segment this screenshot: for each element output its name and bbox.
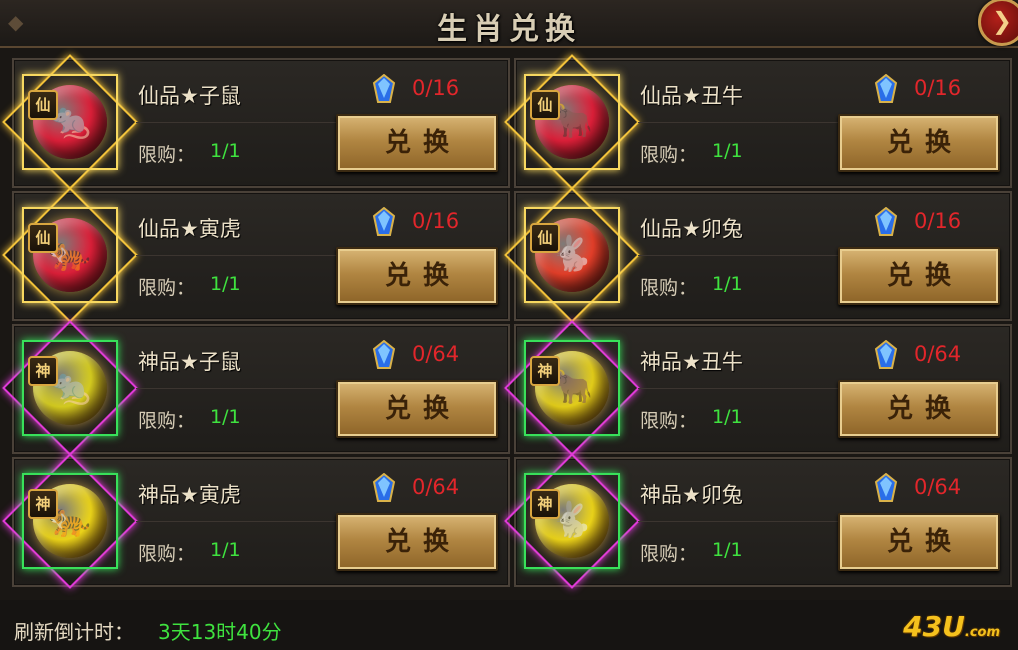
exchange-button[interactable]: 兑换	[336, 380, 498, 438]
grade-badge: 神	[28, 489, 58, 519]
zodiac-orb: 🐅 神	[2, 453, 138, 589]
limit-value: 1/1	[210, 406, 241, 428]
blue-crystal-icon	[874, 74, 898, 103]
limit-label: 限购：	[640, 277, 698, 299]
grade-badge: 仙	[28, 90, 58, 120]
grade-badge: 仙	[28, 223, 58, 253]
item-name: 仙品★寅虎	[138, 217, 241, 241]
limit-label: 限购：	[138, 410, 196, 432]
exchange-button[interactable]: 兑换	[838, 247, 1000, 305]
zodiac-orb: 🐇 神	[504, 453, 640, 589]
exchange-item-card: 🐀 神 神品★子鼠 限购： 1/1 0/64 兑换	[2, 320, 510, 456]
grade-badge: 仙	[530, 223, 560, 253]
item-name: 神品★丑牛	[640, 350, 743, 374]
cost-count: 0/64	[914, 342, 962, 366]
limit-value: 1/1	[712, 406, 743, 428]
cost-count: 0/16	[412, 209, 460, 233]
blue-crystal-icon	[372, 207, 396, 236]
grade-badge: 神	[530, 356, 560, 386]
limit-label: 限购：	[138, 144, 196, 166]
cost-count: 0/64	[412, 475, 460, 499]
divider	[136, 255, 336, 256]
divider	[638, 388, 838, 389]
cost-count: 0/16	[412, 76, 460, 100]
limit-label: 限购：	[138, 277, 196, 299]
limit-label: 限购：	[640, 410, 698, 432]
limit-value: 1/1	[712, 273, 743, 295]
title-bar: ◆ 生肖兑换 ❯	[0, 0, 1018, 48]
exchange-item-card: 🐇 仙 仙品★卯兔 限购： 1/1 0/16 兑换	[504, 187, 1012, 323]
refresh-countdown-label: 刷新倒计时：	[14, 620, 134, 644]
limit-value: 1/1	[210, 140, 241, 162]
limit-value: 1/1	[712, 140, 743, 162]
limit-value: 1/1	[712, 539, 743, 561]
divider	[638, 255, 838, 256]
limit-value: 1/1	[210, 273, 241, 295]
item-name: 神品★子鼠	[138, 350, 241, 374]
limit-label: 限购：	[640, 543, 698, 565]
exchange-item-card: 🐂 神 神品★丑牛 限购： 1/1 0/64 兑换	[504, 320, 1012, 456]
exchange-button[interactable]: 兑换	[838, 380, 1000, 438]
grade-badge: 仙	[530, 90, 560, 120]
exchange-button[interactable]: 兑换	[336, 513, 498, 571]
divider	[638, 521, 838, 522]
item-name: 仙品★子鼠	[138, 84, 241, 108]
blue-crystal-icon	[372, 340, 396, 369]
zodiac-orb: 🐀 仙	[2, 54, 138, 190]
exchange-button[interactable]: 兑换	[336, 114, 498, 172]
zodiac-orb: 🐂 神	[504, 320, 640, 456]
refresh-countdown-value: 3天13时40分	[158, 620, 282, 644]
item-name: 神品★卯兔	[640, 483, 743, 507]
exchange-button[interactable]: 兑换	[336, 247, 498, 305]
exchange-button[interactable]: 兑换	[838, 114, 1000, 172]
limit-value: 1/1	[210, 539, 241, 561]
cost-count: 0/16	[914, 209, 962, 233]
cost-count: 0/64	[914, 475, 962, 499]
limit-label: 限购：	[138, 543, 196, 565]
zodiac-orb: 🐇 仙	[504, 187, 640, 323]
close-arrow-icon: ❯	[991, 7, 1013, 35]
zodiac-orb: 🐅 仙	[2, 187, 138, 323]
limit-label: 限购：	[640, 144, 698, 166]
divider	[136, 122, 336, 123]
item-name: 仙品★卯兔	[640, 217, 743, 241]
footer-bar	[0, 600, 1018, 650]
exchange-button[interactable]: 兑换	[838, 513, 1000, 571]
grade-badge: 神	[530, 489, 560, 519]
exchange-item-card: 🐂 仙 仙品★丑牛 限购： 1/1 0/16 兑换	[504, 54, 1012, 190]
item-name: 仙品★丑牛	[640, 84, 743, 108]
exchange-item-card: 🐅 神 神品★寅虎 限购： 1/1 0/64 兑换	[2, 453, 510, 589]
grade-badge: 神	[28, 356, 58, 386]
zodiac-orb: 🐀 神	[2, 320, 138, 456]
exchange-item-card: 🐀 仙 仙品★子鼠 限购： 1/1 0/16 兑换	[2, 54, 510, 190]
blue-crystal-icon	[372, 74, 396, 103]
blue-crystal-icon	[874, 207, 898, 236]
blue-crystal-icon	[874, 340, 898, 369]
blue-crystal-icon	[874, 473, 898, 502]
page-title: 生肖兑换	[437, 12, 581, 47]
divider	[136, 521, 336, 522]
blue-crystal-icon	[372, 473, 396, 502]
cost-count: 0/64	[412, 342, 460, 366]
divider	[136, 388, 336, 389]
watermark-logo: 43U.com	[903, 610, 1000, 643]
item-name: 神品★寅虎	[138, 483, 241, 507]
cost-count: 0/16	[914, 76, 962, 100]
divider	[638, 122, 838, 123]
exchange-item-card: 🐅 仙 仙品★寅虎 限购： 1/1 0/16 兑换	[2, 187, 510, 323]
zodiac-orb: 🐂 仙	[504, 54, 640, 190]
exchange-item-card: 🐇 神 神品★卯兔 限购： 1/1 0/64 兑换	[504, 453, 1012, 589]
